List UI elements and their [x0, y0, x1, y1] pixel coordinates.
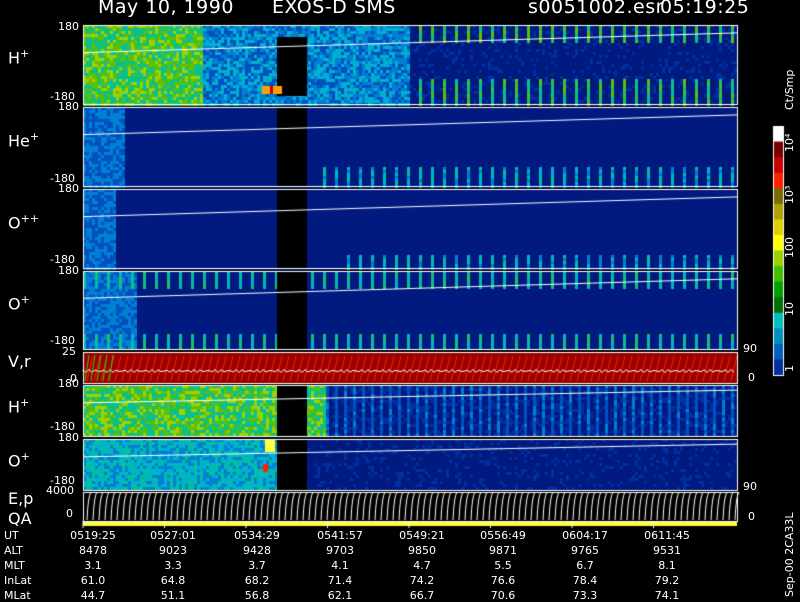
panel-label-h-plus: H+	[8, 47, 30, 68]
table-cell: 0604:17	[562, 529, 608, 542]
table-cell: 44.7	[80, 589, 106, 602]
right-tick: 90	[743, 342, 757, 355]
panel-label-he-plus: He+	[8, 130, 40, 151]
table-cell: 8478	[79, 544, 107, 557]
table-cell: 74.2	[409, 574, 435, 587]
right-tick: 0	[748, 510, 755, 523]
table-cell: 0556:49	[480, 529, 526, 542]
table-cell: 3.7	[248, 559, 266, 572]
header-mission: EXOS-D SMS	[272, 0, 396, 18]
table-cell: 8.1	[658, 559, 676, 572]
y-tick: 0	[66, 507, 73, 520]
table-cell: 0611:45	[644, 529, 690, 542]
table-cell: 9023	[159, 544, 187, 557]
header-file: s0051002.esr	[528, 0, 664, 18]
colorbar-units: Ct/Smp	[783, 69, 796, 110]
panel-label-vr: V,r	[8, 352, 31, 371]
panel-label-o-plus: O+	[8, 293, 30, 314]
y-tick: 180	[58, 264, 79, 277]
table-cell: 79.2	[654, 574, 680, 587]
table-cell: 6.7	[576, 559, 594, 572]
table-row-label: ALT	[4, 544, 23, 557]
colorbar-label: 10	[783, 302, 796, 316]
table-cell: 0534:29	[234, 529, 280, 542]
table-row-label: InLat	[4, 574, 32, 587]
y-tick: 4000	[46, 484, 74, 497]
table-cell: 51.1	[160, 589, 186, 602]
table-cell: 56.8	[244, 589, 270, 602]
table-cell: 4.7	[413, 559, 431, 572]
panel-label-ep: E,p	[8, 489, 34, 508]
table-cell: 4.1	[331, 559, 349, 572]
y-tick: 180	[58, 100, 79, 113]
colorbar-label: 100	[783, 237, 796, 258]
panel-label-o-plus-plus: O++	[8, 212, 40, 233]
table-cell: 0519:25	[70, 529, 116, 542]
table-cell: 9850	[408, 544, 436, 557]
table-cell: 3.1	[84, 559, 102, 572]
table-cell: 9428	[243, 544, 271, 557]
table-cell: 73.3	[572, 589, 598, 602]
table-cell: 9871	[489, 544, 517, 557]
table-cell: 71.4	[327, 574, 353, 587]
colorbar-label: 10³	[783, 185, 796, 204]
table-row-label: MLT	[4, 559, 25, 572]
y-tick: 180	[58, 182, 79, 195]
table-cell: 3.3	[164, 559, 182, 572]
table-cell: 0541:57	[317, 529, 363, 542]
right-tick: 0	[748, 371, 755, 384]
y-tick: 180	[58, 20, 79, 33]
colorbar-label: 1	[783, 365, 796, 372]
y-tick: 180	[58, 377, 79, 390]
panel-label-qa: QA	[8, 509, 32, 528]
table-cell: 74.1	[654, 589, 680, 602]
side-info: Sep-00 2CA33L	[783, 512, 796, 597]
right-tick: 90	[743, 480, 757, 493]
table-cell: 76.6	[490, 574, 516, 587]
table-cell: 0527:01	[150, 529, 196, 542]
table-cell: 70.6	[490, 589, 516, 602]
table-row-label: UT	[4, 529, 19, 542]
table-cell: 0549:21	[399, 529, 445, 542]
table-row-label: MLat	[4, 589, 31, 602]
panel-label-h-plus-2: H+	[8, 396, 30, 417]
table-cell: 62.1	[327, 589, 353, 602]
table-cell: 61.0	[80, 574, 106, 587]
table-cell: 9703	[326, 544, 354, 557]
table-cell: 78.4	[572, 574, 598, 587]
table-cell: 9531	[653, 544, 681, 557]
table-cell: 68.2	[244, 574, 270, 587]
table-cell: 5.5	[494, 559, 512, 572]
table-cell: 9765	[571, 544, 599, 557]
header-date: May 10, 1990	[98, 0, 234, 18]
header-time: 05:19:25	[660, 0, 750, 18]
y-tick: 25	[62, 345, 76, 358]
spectrogram-canvas	[0, 0, 800, 600]
y-tick: 180	[58, 431, 79, 444]
table-cell: 64.8	[160, 574, 186, 587]
table-cell: 66.7	[409, 589, 435, 602]
panel-label-o-plus-2: O+	[8, 450, 30, 471]
colorbar-label: 10⁴	[783, 133, 796, 152]
